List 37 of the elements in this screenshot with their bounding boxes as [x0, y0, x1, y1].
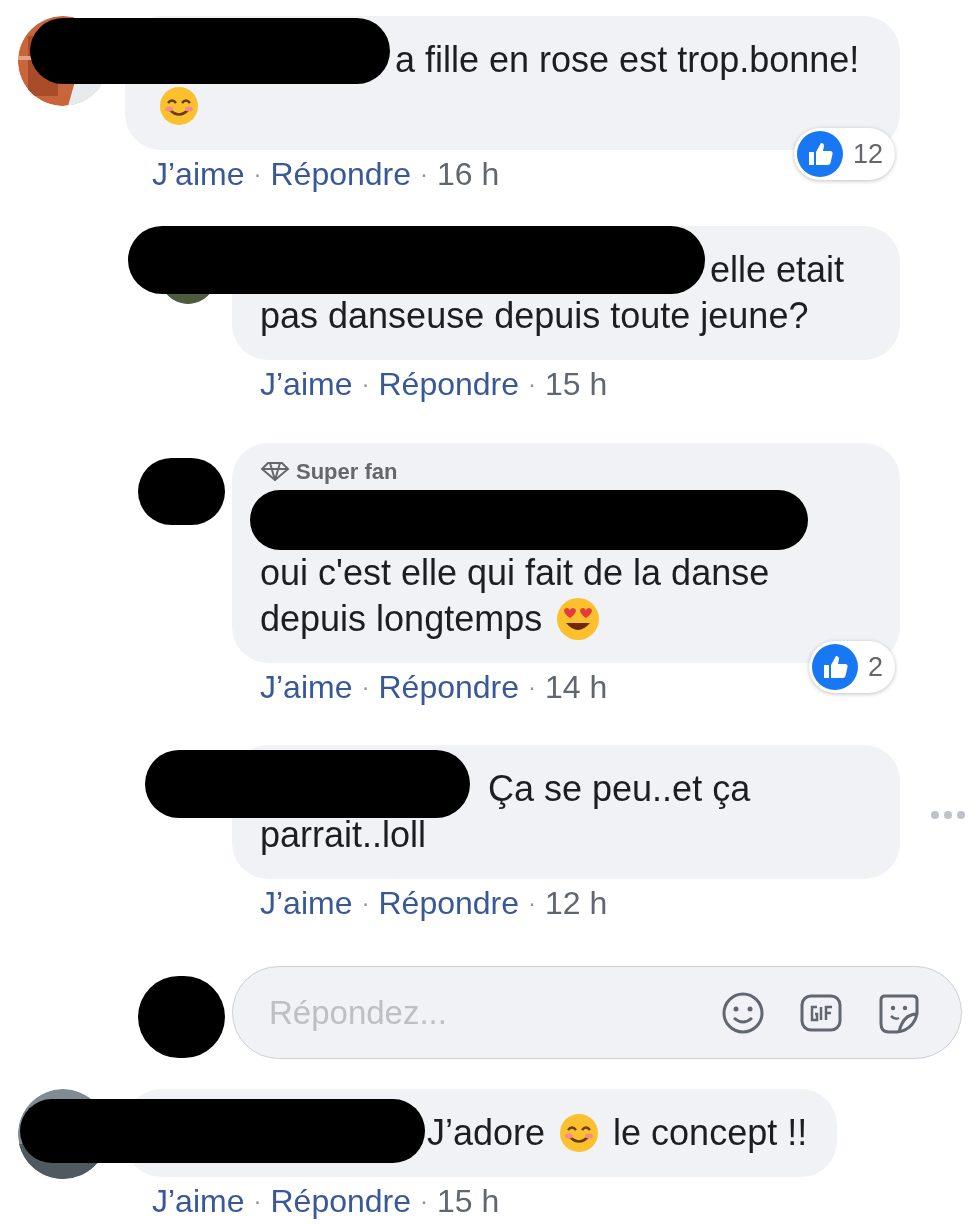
- reply-link[interactable]: Répondre: [378, 366, 519, 402]
- like-link[interactable]: J’aime: [260, 669, 353, 705]
- reply-link[interactable]: Répondre: [270, 156, 411, 192]
- comment-text: J’adore: [427, 1111, 546, 1155]
- separator: ·: [361, 888, 370, 918]
- comment-time: 15 h: [437, 1183, 500, 1219]
- reply-link[interactable]: Répondre: [378, 669, 519, 705]
- separator: ·: [528, 369, 536, 399]
- comment-text: parrait..loll: [260, 813, 427, 857]
- comment-time: 15 h: [545, 366, 608, 402]
- comment-time: 14 h: [545, 669, 608, 705]
- like-link[interactable]: J’aime: [260, 885, 353, 921]
- separator: ·: [253, 1186, 262, 1216]
- separator: ·: [528, 672, 536, 702]
- comment-text: le concept !!: [613, 1111, 808, 1155]
- comment-text: elle etait: [710, 248, 845, 292]
- separator: ·: [361, 672, 370, 702]
- separator: ·: [420, 1186, 428, 1216]
- comment-text: a fille en rose est trop.bonne!: [395, 38, 860, 82]
- reply-link[interactable]: Répondre: [270, 1183, 411, 1219]
- comment-text: pas danseuse depuis toute jeune?: [260, 294, 809, 338]
- separator: ·: [420, 159, 428, 189]
- separator: ·: [361, 369, 370, 399]
- comment-time: 16 h: [437, 156, 500, 192]
- badge-label: Super fan: [296, 457, 398, 486]
- reply-link[interactable]: Répondre: [378, 885, 519, 921]
- separator: ·: [528, 888, 536, 918]
- reaction-count[interactable]: 2: [808, 641, 895, 693]
- comment-text: oui c'est elle qui fait de la danse: [260, 551, 770, 595]
- comment-text: depuis longtemps: [260, 597, 543, 641]
- reaction-count[interactable]: 12: [793, 128, 895, 180]
- like-link[interactable]: J’aime: [152, 1183, 245, 1219]
- separator: ·: [253, 159, 262, 189]
- comment-text: Ça se peu..et ça: [488, 767, 751, 811]
- comment-time: 12 h: [545, 885, 608, 921]
- like-link[interactable]: J’aime: [152, 156, 245, 192]
- like-link[interactable]: J’aime: [260, 366, 353, 402]
